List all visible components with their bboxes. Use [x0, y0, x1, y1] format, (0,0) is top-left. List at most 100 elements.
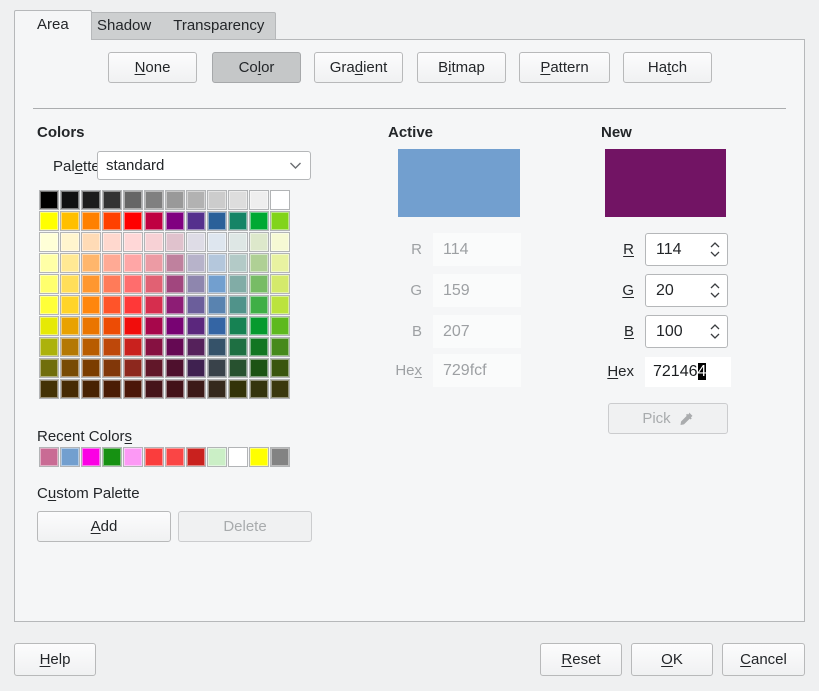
palette-swatch[interactable] [249, 211, 269, 231]
palette-swatch[interactable] [81, 190, 101, 210]
recent-color-swatch[interactable] [249, 447, 269, 467]
palette-swatch[interactable] [39, 337, 59, 357]
reset-button[interactable]: Reset [540, 643, 622, 676]
palette-swatch[interactable] [102, 358, 122, 378]
palette-swatch[interactable] [165, 337, 185, 357]
palette-swatch[interactable] [144, 337, 164, 357]
palette-swatch[interactable] [228, 295, 248, 315]
palette-swatch[interactable] [249, 295, 269, 315]
recent-color-swatch[interactable] [144, 447, 164, 467]
palette-swatch[interactable] [249, 337, 269, 357]
palette-swatch[interactable] [165, 190, 185, 210]
palette-swatch[interactable] [249, 379, 269, 399]
help-button[interactable]: Help [14, 643, 96, 676]
palette-swatch[interactable] [228, 316, 248, 336]
palette-swatch[interactable] [123, 316, 143, 336]
palette-swatch[interactable] [81, 316, 101, 336]
palette-swatch[interactable] [270, 316, 290, 336]
palette-swatch[interactable] [165, 211, 185, 231]
palette-swatch[interactable] [144, 316, 164, 336]
palette-swatch[interactable] [81, 358, 101, 378]
palette-swatch[interactable] [102, 295, 122, 315]
palette-swatch[interactable] [165, 253, 185, 273]
palette-swatch[interactable] [207, 190, 227, 210]
palette-swatch[interactable] [81, 274, 101, 294]
palette-swatch[interactable] [249, 253, 269, 273]
palette-swatch[interactable] [60, 358, 80, 378]
palette-swatch[interactable] [144, 190, 164, 210]
palette-swatch[interactable] [270, 295, 290, 315]
palette-swatch[interactable] [207, 232, 227, 252]
add-color-button[interactable]: Add [37, 511, 171, 542]
tab-area[interactable]: Area [14, 10, 92, 40]
palette-swatch[interactable] [81, 211, 101, 231]
recent-color-swatch[interactable] [39, 447, 59, 467]
fill-none-button[interactable]: None [108, 52, 197, 83]
palette-swatch[interactable] [60, 211, 80, 231]
palette-swatch[interactable] [186, 190, 206, 210]
palette-swatch[interactable] [39, 232, 59, 252]
palette-swatch[interactable] [123, 190, 143, 210]
palette-swatch[interactable] [228, 253, 248, 273]
palette-swatch[interactable] [144, 379, 164, 399]
palette-swatch[interactable] [81, 379, 101, 399]
palette-swatch[interactable] [207, 295, 227, 315]
palette-swatch[interactable] [102, 337, 122, 357]
palette-swatch[interactable] [144, 253, 164, 273]
palette-swatch[interactable] [249, 316, 269, 336]
palette-swatch[interactable] [144, 211, 164, 231]
palette-swatch[interactable] [60, 316, 80, 336]
palette-swatch[interactable] [123, 379, 143, 399]
palette-swatch[interactable] [186, 316, 206, 336]
palette-swatch[interactable] [270, 190, 290, 210]
palette-swatch[interactable] [228, 379, 248, 399]
palette-swatch[interactable] [186, 379, 206, 399]
palette-swatch[interactable] [60, 274, 80, 294]
palette-swatch[interactable] [186, 253, 206, 273]
palette-swatch[interactable] [207, 253, 227, 273]
palette-swatch[interactable] [186, 274, 206, 294]
palette-swatch[interactable] [102, 232, 122, 252]
palette-swatch[interactable] [39, 253, 59, 273]
palette-swatch[interactable] [207, 274, 227, 294]
palette-swatch[interactable] [165, 295, 185, 315]
palette-swatch[interactable] [102, 211, 122, 231]
palette-swatch[interactable] [207, 337, 227, 357]
new-g-spin-buttons[interactable] [703, 283, 727, 298]
new-g-spinner[interactable]: 20 [645, 274, 728, 307]
fill-hatch-button[interactable]: Hatch [623, 52, 712, 83]
recent-color-swatch[interactable] [207, 447, 227, 467]
palette-swatch[interactable] [123, 274, 143, 294]
palette-swatch[interactable] [270, 211, 290, 231]
palette-swatch[interactable] [228, 211, 248, 231]
palette-swatch[interactable] [39, 211, 59, 231]
palette-swatch[interactable] [123, 211, 143, 231]
palette-swatch[interactable] [207, 211, 227, 231]
recent-color-swatch[interactable] [102, 447, 122, 467]
palette-swatch[interactable] [123, 253, 143, 273]
palette-swatch[interactable] [144, 358, 164, 378]
tab-shadow[interactable]: Shadow [86, 13, 162, 40]
palette-swatch[interactable] [270, 274, 290, 294]
cancel-button[interactable]: Cancel [722, 643, 805, 676]
palette-swatch[interactable] [165, 274, 185, 294]
tab-transparency[interactable]: Transparency [162, 13, 275, 40]
palette-swatch[interactable] [186, 211, 206, 231]
palette-swatch[interactable] [102, 316, 122, 336]
palette-swatch[interactable] [60, 253, 80, 273]
new-b-spin-buttons[interactable] [703, 324, 727, 339]
fill-gradient-button[interactable]: Gradient [314, 52, 403, 83]
palette-swatch[interactable] [228, 337, 248, 357]
palette-swatch[interactable] [39, 316, 59, 336]
palette-swatch[interactable] [102, 253, 122, 273]
palette-swatch[interactable] [249, 232, 269, 252]
palette-swatch[interactable] [102, 274, 122, 294]
palette-swatch[interactable] [165, 232, 185, 252]
palette-swatch[interactable] [60, 190, 80, 210]
palette-swatch[interactable] [165, 358, 185, 378]
palette-swatch[interactable] [60, 232, 80, 252]
palette-swatch[interactable] [207, 316, 227, 336]
palette-select[interactable]: standard [97, 151, 311, 180]
recent-color-swatch[interactable] [81, 447, 101, 467]
palette-swatch[interactable] [186, 358, 206, 378]
